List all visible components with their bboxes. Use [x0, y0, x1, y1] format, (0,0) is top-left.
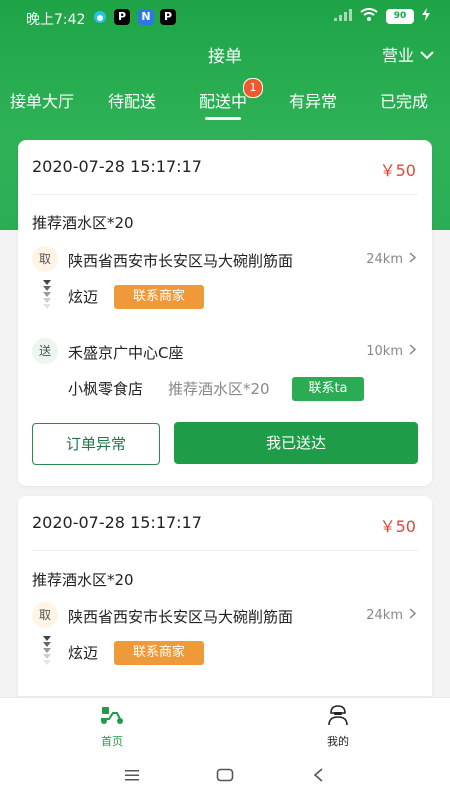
tab-delivering-label: 配送中 — [199, 92, 248, 111]
nav-home[interactable]: 首页 — [72, 704, 152, 749]
pickup-address[interactable]: 陕西省西安市长安区马大碗削筋面 — [68, 250, 293, 271]
status-time: 晚上7:42 — [26, 12, 86, 28]
home-icon[interactable] — [216, 767, 234, 786]
order-card: 2020-07-28 15:17:17 ￥50 推荐酒水区*20 取 陕西省西安… — [18, 496, 432, 696]
order-card: 2020-07-28 15:17:17 ￥50 推荐酒水区*20 取 陕西省西安… — [18, 140, 432, 486]
nav-mine-label: 我的 — [327, 735, 349, 748]
business-status-label: 营业 — [381, 46, 414, 65]
back-icon[interactable] — [312, 767, 324, 786]
pickup-tag: 取 — [32, 246, 58, 272]
charging-icon — [422, 8, 430, 25]
pickup-distance: 24km — [366, 608, 403, 623]
pickup-distance: 24km — [366, 252, 403, 267]
scooter-icon — [72, 704, 152, 729]
status-bar: 晚上7:42 P N P 90 — [0, 0, 450, 34]
chevron-right-icon — [409, 344, 417, 359]
delivered-button[interactable]: 我已送达 — [174, 422, 418, 464]
chevron-right-icon — [409, 608, 417, 623]
app-p-icon: P — [160, 9, 176, 25]
chevron-right-icon — [409, 252, 417, 267]
pickup-name: 炫迈 — [68, 288, 99, 306]
deliver-name: 小枫零食店 — [68, 380, 144, 398]
nav-home-label: 首页 — [101, 735, 123, 748]
rider-icon — [298, 704, 378, 729]
order-price: ￥50 — [379, 517, 416, 536]
business-status-dropdown[interactable]: 营业 — [382, 42, 434, 66]
order-product: 推荐酒水区*20 — [32, 214, 134, 232]
pickup-distance-link[interactable]: 24km — [366, 608, 417, 623]
contact-customer-button[interactable]: 联系ta — [292, 377, 364, 401]
route-arrows-icon — [42, 280, 52, 309]
deliver-address[interactable]: 禾盛京广中心C座 — [68, 342, 183, 363]
signal-icon — [334, 8, 352, 25]
wifi-icon — [360, 8, 378, 25]
pickup-name: 炫迈 — [68, 644, 99, 662]
deliver-note: 推荐酒水区*20 — [168, 380, 270, 398]
tab-exception[interactable]: 有异常 — [289, 88, 337, 112]
deliver-distance-link[interactable]: 10km — [366, 344, 417, 359]
order-exception-button[interactable]: 订单异常 — [32, 423, 160, 465]
app-p-icon: P — [114, 9, 130, 25]
pickup-address[interactable]: 陕西省西安市长安区马大碗削筋面 — [68, 606, 293, 627]
app-n-icon: N — [138, 9, 154, 25]
nav-mine[interactable]: 我的 — [298, 704, 378, 749]
order-tabs: 接单大厅 待配送 配送中 1 有异常 已完成 — [0, 78, 450, 120]
app-notification-icon — [92, 9, 108, 25]
divider — [32, 550, 418, 551]
contact-shop-button[interactable]: 联系商家 — [114, 285, 204, 309]
tab-badge: 1 — [243, 78, 264, 98]
route-arrows-icon — [42, 636, 52, 665]
chevron-down-icon — [420, 45, 434, 64]
deliver-distance: 10km — [366, 344, 403, 359]
tab-pending[interactable]: 待配送 — [108, 88, 156, 112]
tab-completed[interactable]: 已完成 — [380, 88, 428, 112]
order-price: ￥50 — [379, 161, 416, 180]
system-nav-bar — [0, 753, 450, 800]
menu-icon[interactable] — [124, 767, 140, 786]
bottom-nav: 首页 我的 — [0, 697, 450, 754]
order-time: 2020-07-28 15:17:17 — [32, 157, 202, 176]
order-time: 2020-07-28 15:17:17 — [32, 513, 202, 532]
battery-icon: 90 — [386, 9, 414, 24]
divider — [32, 194, 418, 195]
tab-hall[interactable]: 接单大厅 — [10, 88, 74, 112]
deliver-tag: 送 — [32, 338, 58, 364]
order-product: 推荐酒水区*20 — [32, 571, 134, 589]
tab-delivering[interactable]: 配送中 1 — [199, 78, 264, 120]
contact-shop-button[interactable]: 联系商家 — [114, 641, 204, 665]
pickup-tag: 取 — [32, 602, 58, 628]
title-bar: 接单 营业 — [0, 40, 450, 68]
pickup-distance-link[interactable]: 24km — [366, 252, 417, 267]
